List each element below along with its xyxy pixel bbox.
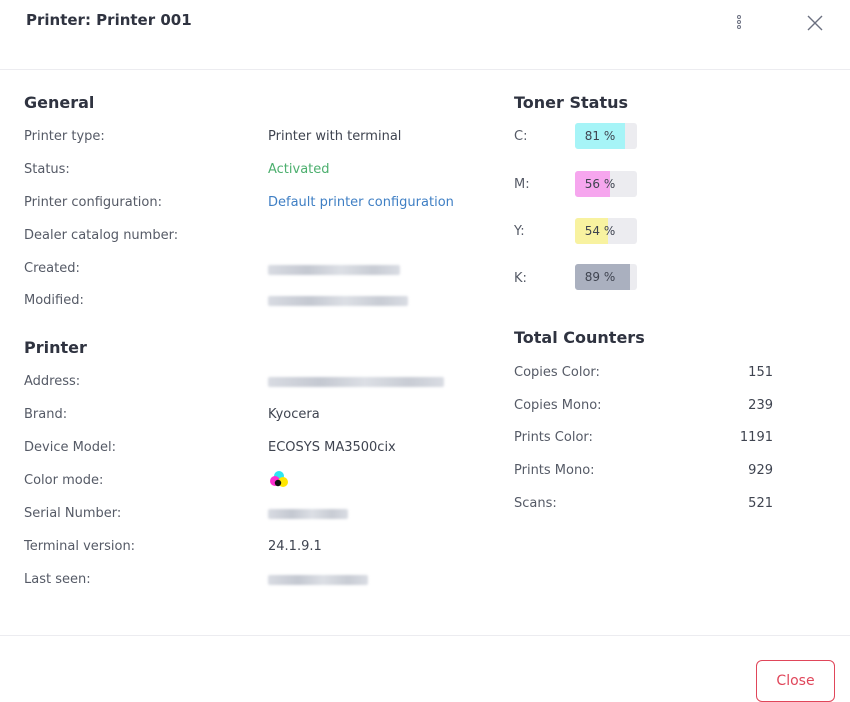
device-model-value: ECOSYS MA3500cix <box>268 440 396 455</box>
toner-m-value: 56 % <box>584 177 616 191</box>
brand-label: Brand: <box>24 407 68 422</box>
toner-k-label: K: <box>514 271 527 286</box>
close-icon[interactable] <box>804 12 826 34</box>
modified-value-redacted <box>268 296 408 306</box>
dealer-catalog-number-label: Dealer catalog number: <box>24 228 179 243</box>
address-value-redacted <box>268 377 444 387</box>
prints-mono-value: 929 <box>748 463 773 478</box>
dialog-header: Printer: Printer 001 <box>0 0 850 70</box>
terminal-version-label: Terminal version: <box>24 539 136 554</box>
cmyk-dots-icon <box>268 469 290 491</box>
toner-m-bar: 56 % <box>575 171 637 197</box>
toner-y-label: Y: <box>514 224 525 239</box>
toner-y-bar: 54 % <box>575 218 637 244</box>
toner-status-title: Toner Status <box>514 93 629 112</box>
last-seen-label: Last seen: <box>24 572 91 587</box>
device-model-label: Device Model: <box>24 440 117 455</box>
brand-value: Kyocera <box>268 407 320 422</box>
copies-color-value: 151 <box>748 365 773 380</box>
address-label: Address: <box>24 374 81 389</box>
serial-number-label: Serial Number: <box>24 506 122 521</box>
serial-number-value-redacted <box>268 509 348 519</box>
last-seen-value-redacted <box>268 575 368 585</box>
dialog-title: Printer: Printer 001 <box>26 11 192 29</box>
copies-color-label: Copies Color: <box>514 365 600 380</box>
copies-mono-value: 239 <box>748 398 773 413</box>
prints-color-label: Prints Color: <box>514 430 593 445</box>
terminal-version-value: 24.1.9.1 <box>268 539 322 554</box>
prints-mono-label: Prints Mono: <box>514 463 595 478</box>
created-label: Created: <box>24 261 80 276</box>
prints-color-value: 1191 <box>739 430 773 445</box>
toner-y-value: 54 % <box>584 224 616 238</box>
color-mode-label: Color mode: <box>24 473 104 488</box>
toner-c-value: 81 % <box>584 129 616 143</box>
printer-section-title: Printer <box>24 338 87 357</box>
footer-divider <box>0 635 850 636</box>
printer-type-label: Printer type: <box>24 129 105 144</box>
created-value-redacted <box>268 265 400 275</box>
copies-mono-label: Copies Mono: <box>514 398 602 413</box>
toner-m-label: M: <box>514 177 530 192</box>
status-value: Activated <box>268 162 330 177</box>
general-section-title: General <box>24 93 95 112</box>
close-button[interactable]: Close <box>756 660 835 702</box>
printer-configuration-link[interactable]: Default printer configuration <box>268 195 454 210</box>
status-label: Status: <box>24 162 70 177</box>
kebab-menu-icon[interactable] <box>733 14 745 32</box>
scans-label: Scans: <box>514 496 557 511</box>
printer-type-value: Printer with terminal <box>268 129 402 144</box>
printer-configuration-label: Printer configuration: <box>24 195 162 210</box>
toner-c-bar: 81 % <box>575 123 637 149</box>
scans-value: 521 <box>748 496 773 511</box>
total-counters-title: Total Counters <box>514 328 645 347</box>
modified-label: Modified: <box>24 293 84 308</box>
toner-k-value: 89 % <box>584 270 616 284</box>
toner-k-bar: 89 % <box>575 264 637 290</box>
toner-c-label: C: <box>514 129 528 144</box>
